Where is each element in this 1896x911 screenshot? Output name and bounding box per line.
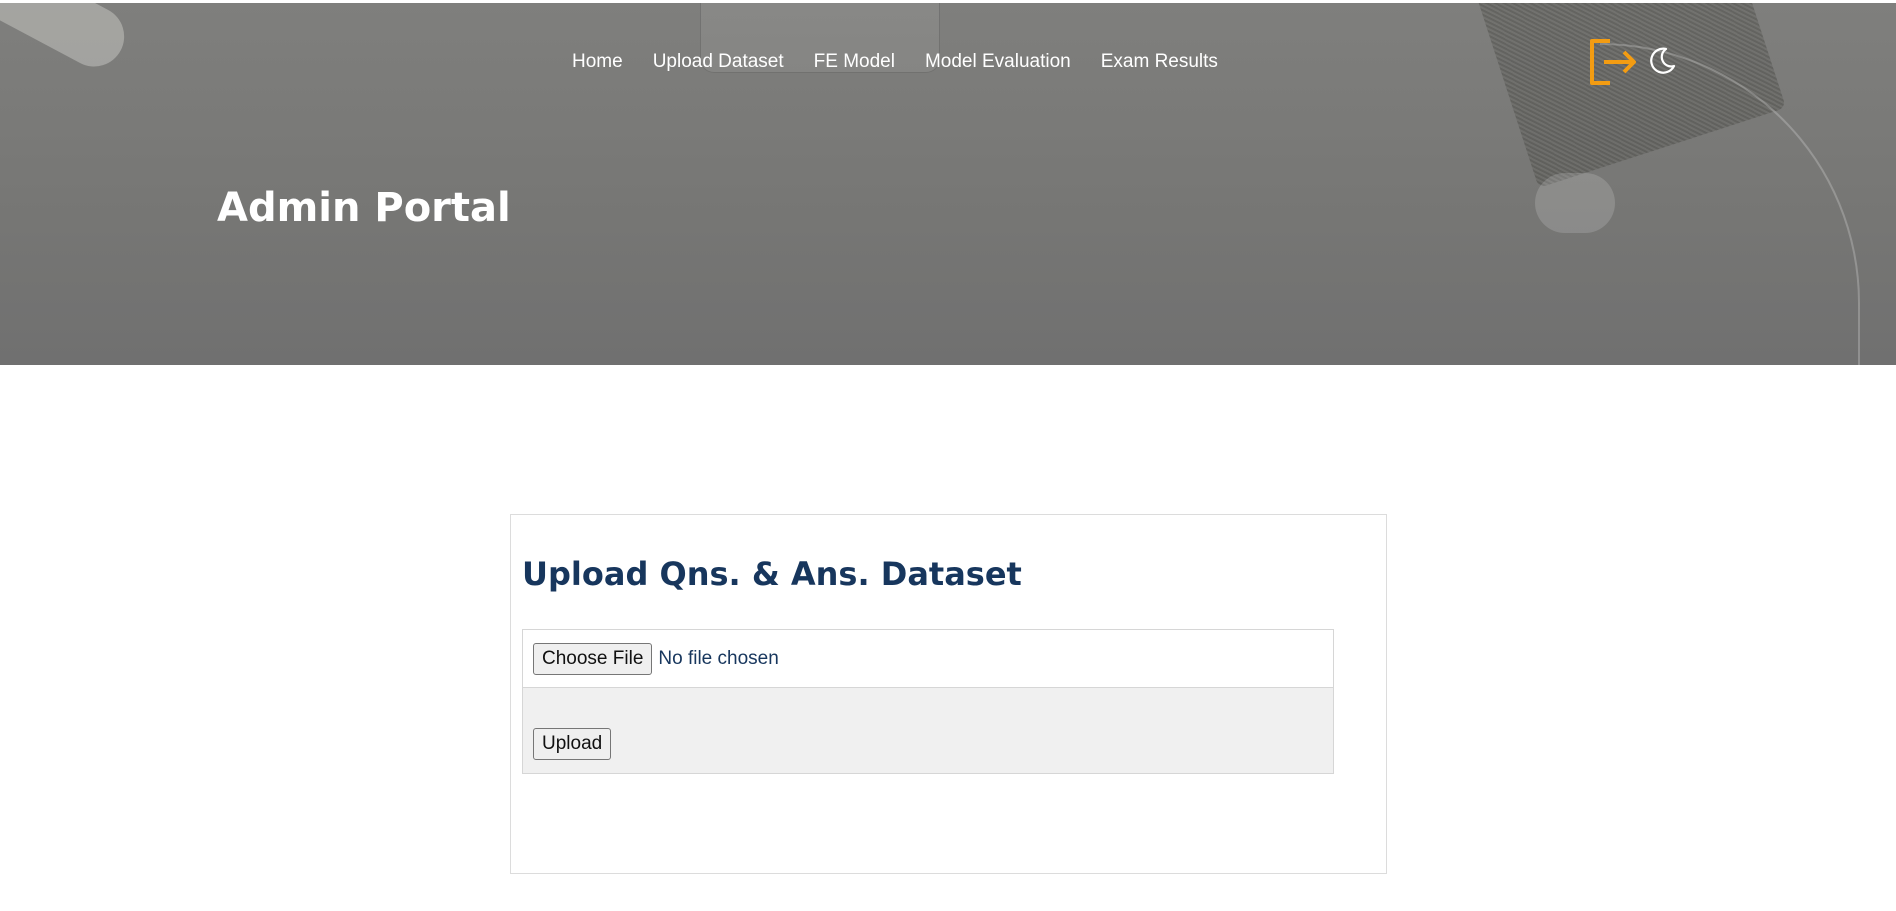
moon-icon[interactable] [1647,46,1677,76]
upload-form: Choose File No file chosen Upload [522,629,1334,774]
logout-icon[interactable] [1588,37,1638,87]
upload-button[interactable]: Upload [533,728,612,760]
hero-banner: Home Upload Dataset FE Model Model Evalu… [0,3,1896,365]
nav-home[interactable]: Home [572,51,623,73]
upload-card: Upload Qns. & Ans. Dataset Choose File N… [510,514,1387,874]
top-navigation: Home Upload Dataset FE Model Model Evalu… [572,51,1218,73]
upload-button-row: Upload [523,688,1333,773]
file-status-text: No file chosen [658,647,779,669]
page-title: Admin Portal [217,185,511,231]
choose-file-button[interactable]: Choose File [533,642,653,675]
nav-model-evaluation[interactable]: Model Evaluation [925,51,1071,73]
upload-card-title: Upload Qns. & Ans. Dataset [522,555,1022,593]
nav-exam-results[interactable]: Exam Results [1101,51,1218,73]
cable-decoration [1600,43,1860,365]
file-input-row: Choose File No file chosen [523,630,1333,688]
nav-upload-dataset[interactable]: Upload Dataset [653,51,784,73]
nav-fe-model[interactable]: FE Model [814,51,895,73]
pen-decoration [0,3,135,78]
